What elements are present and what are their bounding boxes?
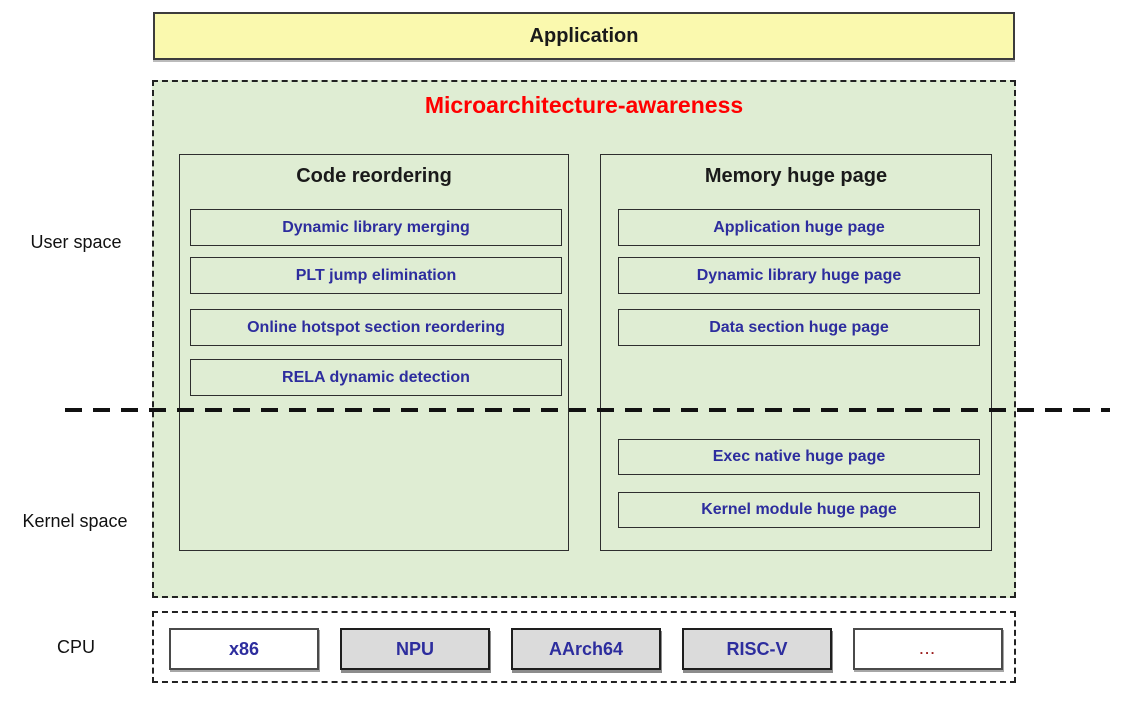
architecture-diagram: User space Kernel space CPU Application … [0,0,1136,702]
code-reordering-title: Code reordering [180,165,568,188]
feature-box-data-section-huge-page: Data section huge page [618,309,980,346]
framework-title: Microarchitecture-awareness [154,92,1014,119]
cpu-chip-aarch64: AArch64 [511,628,661,670]
feature-box-dynamic-library-huge-page: Dynamic library huge page [618,257,980,294]
cpu-container: x86 NPU AArch64 RISC-V ... [152,611,1016,683]
feature-box-rela-dynamic-detection: RELA dynamic detection [190,359,562,396]
application-box: Application [153,12,1015,60]
feature-box-plt-jump-elimination: PLT jump elimination [190,257,562,294]
user-space-label: User space [6,232,146,253]
memory-huge-page-section: Memory huge page Application huge page D… [600,154,992,551]
code-reordering-section: Code reordering Dynamic library merging … [179,154,569,551]
cpu-label: CPU [6,637,146,658]
user-kernel-boundary-line [65,408,1110,412]
cpu-chip-x86: x86 [169,628,319,670]
memory-huge-page-title: Memory huge page [601,165,991,188]
cpu-chip-ellipsis: ... [853,628,1003,670]
feature-box-kernel-module-huge-page: Kernel module huge page [618,492,980,528]
kernel-space-label: Kernel space [0,511,150,532]
cpu-chip-riscv: RISC-V [682,628,832,670]
feature-box-exec-native-huge-page: Exec native huge page [618,439,980,475]
feature-box-online-hotspot-section-reordering: Online hotspot section reordering [190,309,562,346]
cpu-chip-npu: NPU [340,628,490,670]
application-box-label: Application [530,25,639,48]
feature-box-dynamic-library-merging: Dynamic library merging [190,209,562,246]
microarchitecture-awareness-container: Microarchitecture-awareness Code reorder… [152,80,1016,598]
feature-box-application-huge-page: Application huge page [618,209,980,246]
